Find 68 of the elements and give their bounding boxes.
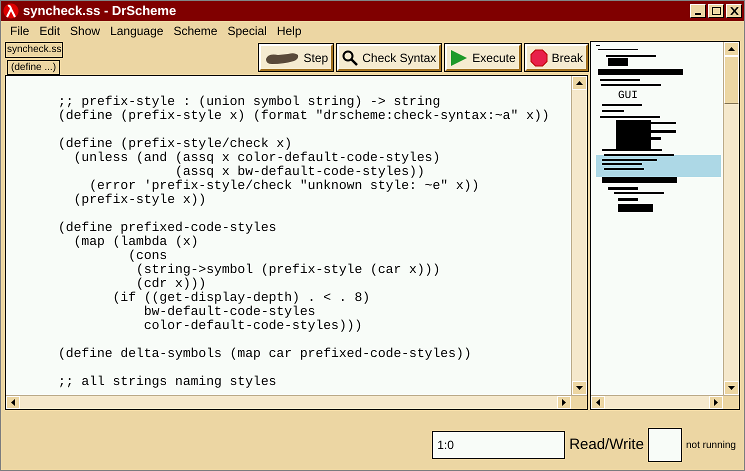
scroll-down-button[interactable]	[572, 381, 587, 395]
stop-icon	[530, 48, 548, 66]
step-button[interactable]: Step	[258, 44, 334, 71]
code-line: bw-default-code-styles	[142, 305, 316, 319]
position-field: 1:0	[432, 431, 566, 459]
code-line: (map (lambda (x)	[72, 235, 198, 249]
menu-item[interactable]: Help	[272, 22, 307, 40]
code-line: (define prefixed-code-styles	[58, 221, 276, 235]
code-line: (cdr x)))	[135, 277, 206, 291]
scroll-up-button[interactable]	[724, 42, 739, 56]
left-arrow-icon	[596, 399, 600, 406]
vertical-scrollbar[interactable]	[723, 42, 739, 395]
menu-item[interactable]: Special	[222, 22, 272, 40]
status-box	[648, 428, 682, 462]
menu-item[interactable]: Scheme	[168, 22, 222, 40]
horizontal-scrollbar[interactable]	[6, 395, 587, 409]
code-line: (if ((get-display-depth) . < . 8)	[112, 291, 370, 305]
horizontal-scrollbar[interactable]	[591, 395, 739, 409]
code-line: ;; prefix-style : (union symbol string) -> string	[58, 95, 440, 109]
minimize-icon[interactable]	[690, 4, 706, 18]
scroll-down-button[interactable]	[724, 381, 739, 395]
down-arrow-icon	[576, 386, 583, 390]
play-icon	[450, 48, 468, 66]
code-editor[interactable]	[5, 75, 588, 410]
code-line: (assq x bw-default-code-styles))	[174, 165, 425, 179]
scroll-left-button[interactable]	[6, 396, 20, 409]
code-line: (define (prefix-style/check x)	[58, 137, 292, 151]
search-icon	[342, 50, 358, 66]
code-line: (prefix-style x))	[72, 193, 206, 207]
check-button[interactable]: Check Syntax	[337, 44, 442, 71]
window-title: syncheck.ss - DrScheme	[23, 2, 176, 20]
define-menu-button[interactable]: (define ...)	[7, 60, 60, 75]
minimap-panel[interactable]: GUI	[590, 41, 740, 410]
code-line: color-default-code-styles)))	[142, 319, 362, 333]
menu-item[interactable]: Language	[105, 22, 168, 40]
up-arrow-icon	[576, 81, 583, 85]
maximize-icon[interactable]	[708, 4, 724, 18]
running-status: not running	[686, 438, 736, 452]
scrollbar-corner	[571, 396, 587, 409]
lambda-logo-icon	[3, 3, 19, 19]
code-line: (cons	[127, 249, 168, 263]
menu-item[interactable]: Edit	[34, 22, 66, 40]
right-arrow-icon	[714, 399, 718, 406]
vertical-scrollbar[interactable]	[571, 76, 587, 395]
scroll-right-button[interactable]	[709, 396, 723, 409]
minimap-heading: GUI	[618, 90, 638, 102]
right-arrow-icon	[562, 399, 566, 406]
left-arrow-icon	[11, 399, 15, 406]
code-line: ;; all strings naming styles	[58, 375, 276, 389]
code-line: (define (prefix-style x) (format "drscheme:check-syntax:~a" x))	[58, 109, 550, 123]
up-arrow-icon	[728, 47, 735, 51]
close-icon[interactable]	[726, 4, 742, 18]
menu-item[interactable]: File	[5, 22, 34, 40]
file-button[interactable]: syncheck.ss	[5, 42, 64, 58]
scroll-up-button[interactable]	[572, 76, 587, 90]
code-line: (unless (and (assq x color-default-code-styles)	[72, 151, 440, 165]
scroll-left-button[interactable]	[591, 396, 605, 409]
code-line: (string->symbol (prefix-style (car x)))	[135, 263, 440, 277]
code-line: (define delta-symbols (map car prefixed-code-styles))	[58, 347, 472, 361]
scroll-right-button[interactable]	[557, 396, 571, 409]
down-arrow-icon	[728, 386, 735, 390]
code-line: (error 'prefix-style/check "unknown style: ~e" x))	[88, 179, 480, 193]
execute-button[interactable]: Execute	[445, 44, 521, 71]
menu-item[interactable]: Show	[65, 22, 106, 40]
read-write-label: Read/Write	[569, 434, 644, 455]
scroll-thumb[interactable]	[724, 56, 739, 104]
scrollbar-corner	[723, 396, 739, 409]
break-button[interactable]: Break	[524, 44, 588, 71]
